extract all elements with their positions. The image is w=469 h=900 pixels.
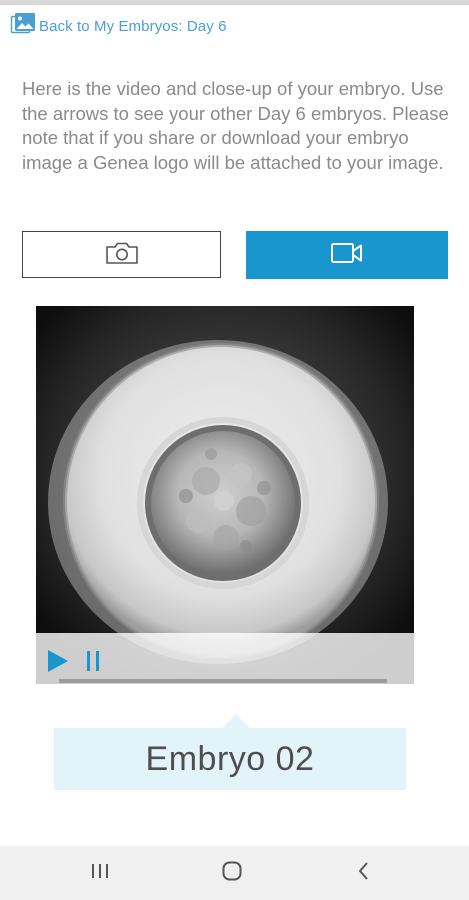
intro-text: Here is the video and close-up of your e… bbox=[22, 78, 449, 173]
gallery-image-icon bbox=[10, 12, 38, 40]
recent-apps-icon bbox=[90, 862, 110, 884]
embryo-video-frame[interactable] bbox=[36, 306, 414, 684]
system-navigation-bar bbox=[0, 846, 469, 900]
back-chevron-icon bbox=[357, 861, 371, 885]
home-button[interactable] bbox=[202, 846, 262, 900]
video-controls bbox=[36, 633, 414, 684]
embryo-detail-screen: Back to My Embryos: Day 6 Here is the vi… bbox=[0, 0, 469, 900]
back-to-embryos-link[interactable]: Back to My Embryos: Day 6 bbox=[10, 12, 227, 40]
embryo-name-pointer bbox=[222, 714, 250, 728]
video-camera-icon bbox=[330, 241, 364, 269]
embryo-name: Embryo 02 bbox=[145, 739, 315, 778]
video-progress-bar[interactable] bbox=[59, 679, 387, 683]
back-link-label: Back to My Embryos: Day 6 bbox=[39, 17, 227, 35]
video-view-button[interactable] bbox=[246, 231, 448, 279]
home-icon bbox=[221, 860, 243, 886]
recent-apps-button[interactable] bbox=[70, 846, 130, 900]
embryo-name-panel: Embryo 02 bbox=[54, 728, 406, 790]
camera-icon bbox=[105, 241, 139, 269]
play-icon[interactable] bbox=[46, 649, 70, 673]
photo-view-button[interactable] bbox=[22, 231, 221, 278]
pause-icon[interactable] bbox=[85, 649, 103, 673]
system-back-button[interactable] bbox=[334, 846, 394, 900]
status-strip bbox=[0, 0, 469, 5]
